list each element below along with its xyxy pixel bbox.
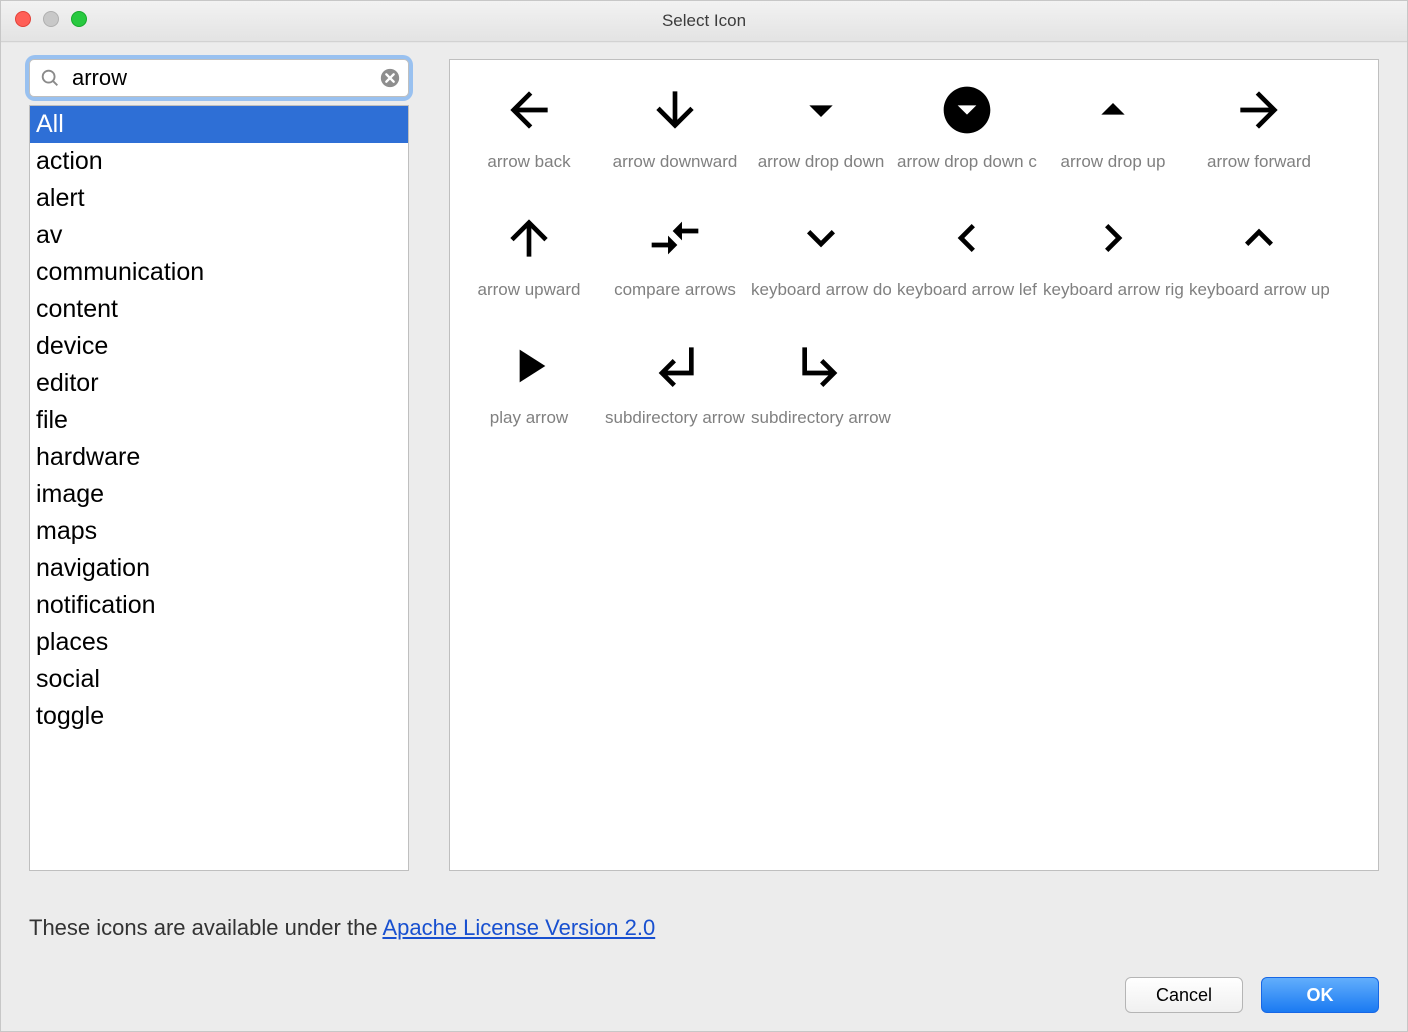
ok-button[interactable]: OK: [1261, 977, 1379, 1013]
icon-label: keyboard arrow left: [897, 280, 1037, 300]
compare-arrows-icon: [643, 206, 707, 270]
icon-label: keyboard arrow up: [1189, 280, 1329, 300]
icon-cell[interactable]: keyboard arrow right: [1040, 194, 1186, 322]
icon-cell[interactable]: arrow drop down: [748, 66, 894, 194]
icon-cell[interactable]: arrow drop up: [1040, 66, 1186, 194]
icon-cell[interactable]: arrow back: [456, 66, 602, 194]
footer: These icons are available under the Apac…: [29, 915, 1379, 1013]
minimize-window-button[interactable]: [43, 11, 59, 27]
icon-cell[interactable]: play arrow: [456, 322, 602, 450]
window-controls: [15, 11, 87, 27]
icon-cell[interactable]: keyboard arrow left: [894, 194, 1040, 322]
search-icon: [39, 67, 61, 89]
icon-label: keyboard arrow down: [751, 280, 891, 300]
category-item[interactable]: navigation: [30, 550, 408, 587]
icon-cell[interactable]: keyboard arrow up: [1186, 194, 1332, 322]
icon-grid: arrow back arrow downward arrow drop down a…: [456, 66, 1378, 450]
icon-label: arrow forward: [1189, 152, 1329, 172]
keyboard-arrow-down-icon: [789, 206, 853, 270]
category-item[interactable]: maps: [30, 513, 408, 550]
arrow-downward-icon: [643, 78, 707, 142]
clear-search-icon[interactable]: [379, 67, 401, 89]
icon-cell[interactable]: subdirectory arrow left: [602, 322, 748, 450]
category-item[interactable]: communication: [30, 254, 408, 291]
category-item[interactable]: All: [30, 106, 408, 143]
category-item[interactable]: file: [30, 402, 408, 439]
search-input[interactable]: [29, 59, 409, 97]
icon-label: play arrow: [459, 408, 599, 428]
icon-cell[interactable]: keyboard arrow down: [748, 194, 894, 322]
category-item[interactable]: notification: [30, 587, 408, 624]
arrow-upward-icon: [497, 206, 561, 270]
category-item[interactable]: av: [30, 217, 408, 254]
subdirectory-arrow-left-icon: [643, 334, 707, 398]
license-link[interactable]: Apache License Version 2.0: [382, 915, 655, 940]
license-prefix: These icons are available under the: [29, 915, 382, 940]
category-item[interactable]: toggle: [30, 698, 408, 735]
arrow-forward-icon: [1227, 78, 1291, 142]
icon-cell[interactable]: arrow drop down circle: [894, 66, 1040, 194]
category-item[interactable]: device: [30, 328, 408, 365]
arrow-drop-up-icon: [1081, 78, 1145, 142]
category-item[interactable]: alert: [30, 180, 408, 217]
category-item[interactable]: hardware: [30, 439, 408, 476]
icon-cell[interactable]: subdirectory arrow right: [748, 322, 894, 450]
category-item[interactable]: social: [30, 661, 408, 698]
arrow-drop-down-icon: [789, 78, 853, 142]
category-item[interactable]: places: [30, 624, 408, 661]
keyboard-arrow-up-icon: [1227, 206, 1291, 270]
category-item[interactable]: content: [30, 291, 408, 328]
play-arrow-icon: [497, 334, 561, 398]
icon-cell[interactable]: compare arrows: [602, 194, 748, 322]
window-title: Select Icon: [662, 11, 746, 31]
icon-label: arrow downward: [605, 152, 745, 172]
dialog-window: Select Icon Allactionalertavcommunicatio…: [0, 0, 1408, 1032]
dialog-body: Allactionalertavcommunicationcontentdevi…: [29, 59, 1379, 871]
icon-label: arrow upward: [459, 280, 599, 300]
icon-cell[interactable]: arrow forward: [1186, 66, 1332, 194]
zoom-window-button[interactable]: [71, 11, 87, 27]
subdirectory-arrow-right-icon: [789, 334, 853, 398]
icon-label: compare arrows: [605, 280, 745, 300]
icon-label: subdirectory arrow left: [605, 408, 745, 428]
icon-label: arrow drop down circle: [897, 152, 1037, 172]
icon-cell[interactable]: arrow upward: [456, 194, 602, 322]
arrow-back-icon: [497, 78, 561, 142]
category-item[interactable]: editor: [30, 365, 408, 402]
category-item[interactable]: image: [30, 476, 408, 513]
category-item[interactable]: action: [30, 143, 408, 180]
icon-label: subdirectory arrow right: [751, 408, 891, 428]
cancel-button[interactable]: Cancel: [1125, 977, 1243, 1013]
icon-cell[interactable]: arrow downward: [602, 66, 748, 194]
arrow-drop-down-circle-icon: [935, 78, 999, 142]
left-panel: Allactionalertavcommunicationcontentdevi…: [29, 59, 409, 871]
close-window-button[interactable]: [15, 11, 31, 27]
keyboard-arrow-right-icon: [1081, 206, 1145, 270]
dialog-buttons: Cancel OK: [29, 977, 1379, 1013]
icon-label: arrow drop down: [751, 152, 891, 172]
icon-panel: arrow back arrow downward arrow drop down a…: [449, 59, 1379, 871]
icon-label: keyboard arrow right: [1043, 280, 1183, 300]
titlebar: Select Icon: [1, 1, 1407, 42]
keyboard-arrow-left-icon: [935, 206, 999, 270]
category-list[interactable]: Allactionalertavcommunicationcontentdevi…: [29, 105, 409, 871]
search-field-wrap: [29, 59, 409, 97]
icon-label: arrow drop up: [1043, 152, 1183, 172]
icon-label: arrow back: [459, 152, 599, 172]
license-text: These icons are available under the Apac…: [29, 915, 1379, 941]
